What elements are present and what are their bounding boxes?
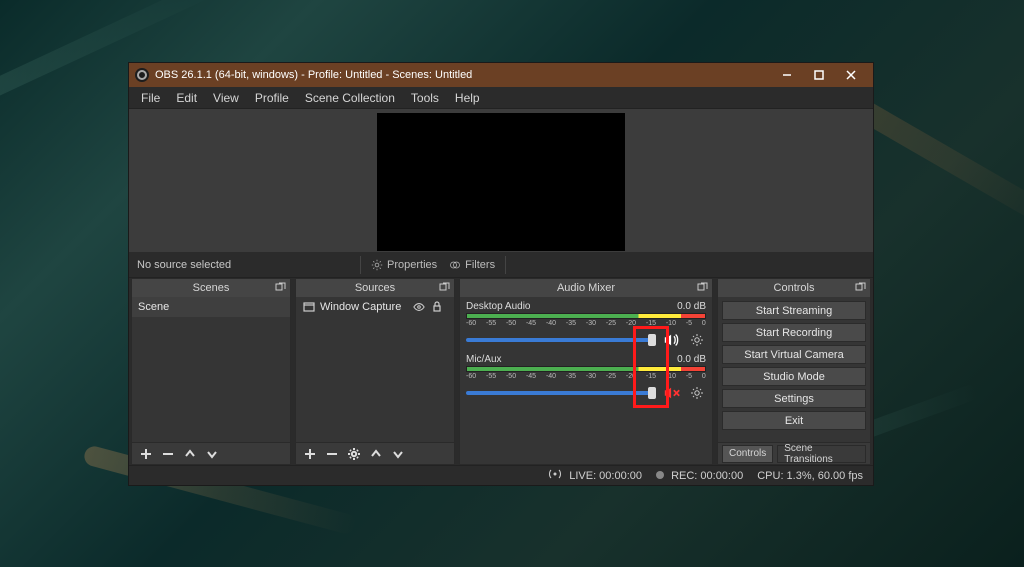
- volume-slider[interactable]: [466, 391, 656, 395]
- menu-profile[interactable]: Profile: [247, 89, 297, 107]
- audio-meter: [466, 313, 706, 319]
- controls-footer: Controls Scene Transitions: [718, 442, 870, 464]
- mute-button[interactable]: [660, 330, 684, 350]
- menu-file[interactable]: File: [133, 89, 168, 107]
- popout-icon[interactable]: [696, 282, 708, 294]
- scenes-title: Scenes: [193, 282, 230, 294]
- menu-edit[interactable]: Edit: [168, 89, 205, 107]
- obs-logo-icon: [135, 68, 149, 82]
- controls-header[interactable]: Controls: [718, 279, 870, 297]
- scene-down-button[interactable]: [202, 444, 222, 464]
- remove-source-button[interactable]: [322, 444, 342, 464]
- audio-meter: [466, 366, 706, 372]
- scenes-footer: [132, 442, 290, 464]
- properties-button[interactable]: Properties: [365, 259, 443, 271]
- preview-area[interactable]: [129, 109, 873, 252]
- titlebar[interactable]: OBS 26.1.1 (64-bit, windows) - Profile: …: [129, 63, 873, 87]
- track-db: 0.0 dB: [677, 354, 706, 365]
- scenes-header[interactable]: Scenes: [132, 279, 290, 297]
- track-db: 0.0 dB: [677, 301, 706, 312]
- mixer-header[interactable]: Audio Mixer: [460, 279, 712, 297]
- settings-button[interactable]: Settings: [722, 389, 866, 408]
- speaker-muted-icon: [663, 386, 681, 400]
- sources-panel: Sources Window Capture: [295, 278, 455, 465]
- menu-scene-collection[interactable]: Scene Collection: [297, 89, 403, 107]
- speaker-icon: [663, 333, 681, 347]
- status-live: LIVE: 00:00:00: [548, 469, 642, 482]
- properties-label: Properties: [387, 259, 437, 271]
- obs-window: OBS 26.1.1 (64-bit, windows) - Profile: …: [128, 62, 874, 486]
- maximize-button[interactable]: [803, 63, 835, 87]
- preview-canvas[interactable]: [377, 113, 625, 251]
- panels-row: Scenes Scene Sources: [129, 278, 873, 465]
- audio-ticks: -60-55 -50-45 -40-35 -30-25 -20-15 -10-5…: [466, 320, 706, 327]
- scenes-panel: Scenes Scene: [131, 278, 291, 465]
- controls-panel: Controls Start Streaming Start Recording…: [717, 278, 871, 465]
- tab-controls[interactable]: Controls: [722, 445, 773, 463]
- track-settings-button[interactable]: [688, 331, 706, 349]
- start-recording-button[interactable]: Start Recording: [722, 323, 866, 342]
- popout-icon[interactable]: [274, 282, 286, 294]
- source-item[interactable]: Window Capture: [296, 297, 454, 317]
- minimize-button[interactable]: [771, 63, 803, 87]
- lock-icon[interactable]: [430, 301, 444, 313]
- filters-icon: [449, 259, 461, 271]
- add-scene-button[interactable]: [136, 444, 156, 464]
- gear-icon: [371, 259, 383, 271]
- record-dot-icon: [656, 471, 664, 479]
- studio-mode-button[interactable]: Studio Mode: [722, 367, 866, 386]
- remove-scene-button[interactable]: [158, 444, 178, 464]
- status-cpu: CPU: 1.3%, 60.00 fps: [757, 470, 863, 482]
- scene-up-button[interactable]: [180, 444, 200, 464]
- visibility-icon[interactable]: [412, 301, 426, 313]
- scene-item[interactable]: Scene: [132, 297, 290, 317]
- filters-button[interactable]: Filters: [443, 259, 501, 271]
- menu-tools[interactable]: Tools: [403, 89, 447, 107]
- source-up-button[interactable]: [366, 444, 386, 464]
- tab-scene-transitions[interactable]: Scene Transitions: [777, 445, 866, 463]
- exit-button[interactable]: Exit: [722, 411, 866, 430]
- audio-mixer-panel: Audio Mixer Desktop Audio 0.0 dB -60-55 …: [459, 278, 713, 465]
- status-rec: REC: 00:00:00: [656, 470, 743, 482]
- audio-track-desktop: Desktop Audio 0.0 dB -60-55 -50-45 -40-3…: [466, 301, 706, 350]
- mute-button[interactable]: [660, 383, 684, 403]
- track-name: Mic/Aux: [466, 354, 502, 365]
- menu-view[interactable]: View: [205, 89, 247, 107]
- start-virtual-camera-button[interactable]: Start Virtual Camera: [722, 345, 866, 364]
- sources-title: Sources: [355, 282, 395, 294]
- no-source-label: No source selected: [129, 259, 356, 271]
- divider: [360, 256, 361, 274]
- track-settings-button[interactable]: [688, 384, 706, 402]
- source-toolbar: No source selected Properties Filters: [129, 252, 873, 278]
- sources-footer: [296, 442, 454, 464]
- audio-ticks: -60-55 -50-45 -40-35 -30-25 -20-15 -10-5…: [466, 373, 706, 380]
- controls-title: Controls: [774, 282, 815, 294]
- source-item-label: Window Capture: [320, 301, 401, 313]
- volume-slider[interactable]: [466, 338, 656, 342]
- source-properties-button[interactable]: [344, 444, 364, 464]
- mixer-title: Audio Mixer: [557, 282, 615, 294]
- broadcast-icon: [548, 469, 562, 479]
- popout-icon[interactable]: [854, 282, 866, 294]
- sources-header[interactable]: Sources: [296, 279, 454, 297]
- divider: [505, 256, 506, 274]
- window-title: OBS 26.1.1 (64-bit, windows) - Profile: …: [155, 69, 771, 81]
- close-button[interactable]: [835, 63, 867, 87]
- start-streaming-button[interactable]: Start Streaming: [722, 301, 866, 320]
- window-capture-icon: [302, 301, 316, 313]
- source-down-button[interactable]: [388, 444, 408, 464]
- track-name: Desktop Audio: [466, 301, 531, 312]
- audio-track-mic: Mic/Aux 0.0 dB -60-55 -50-45 -40-35 -30-…: [466, 354, 706, 403]
- menubar: File Edit View Profile Scene Collection …: [129, 87, 873, 109]
- menu-help[interactable]: Help: [447, 89, 488, 107]
- filters-label: Filters: [465, 259, 495, 271]
- scene-item-label: Scene: [138, 301, 169, 313]
- add-source-button[interactable]: [300, 444, 320, 464]
- popout-icon[interactable]: [438, 282, 450, 294]
- statusbar: LIVE: 00:00:00 REC: 00:00:00 CPU: 1.3%, …: [129, 465, 873, 485]
